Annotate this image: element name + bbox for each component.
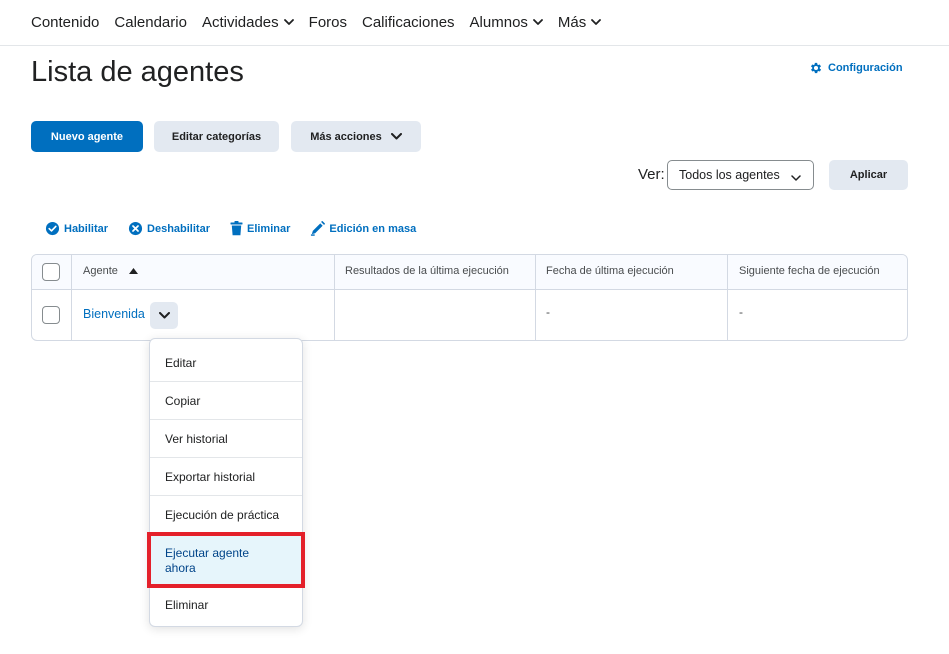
gear-icon bbox=[810, 62, 822, 74]
column-header-last-result: Resultados de la última ejecución bbox=[345, 265, 509, 277]
nav-item-label: Alumnos bbox=[469, 14, 528, 31]
settings-label: Configuración bbox=[828, 62, 903, 74]
select-all-checkbox[interactable] bbox=[42, 263, 60, 281]
menu-item-delete[interactable]: Eliminar bbox=[150, 587, 302, 623]
more-actions-button[interactable]: Más acciones bbox=[291, 121, 421, 152]
new-agent-button[interactable]: Nuevo agente bbox=[31, 121, 143, 152]
chevron-down-icon bbox=[591, 18, 602, 28]
last-date-cell: - bbox=[546, 305, 550, 319]
menu-item-export-history[interactable]: Exportar historial bbox=[150, 458, 302, 496]
enable-label: Habilitar bbox=[64, 222, 109, 235]
disable-action[interactable]: Deshabilitar bbox=[128, 221, 210, 236]
top-nav: Contenido Calendario Actividades Foros C… bbox=[0, 0, 949, 46]
nav-item-contenido[interactable]: Contenido bbox=[31, 0, 99, 46]
settings-link[interactable]: Configuración bbox=[809, 61, 903, 75]
highlight-annotation bbox=[147, 532, 305, 588]
nav-item-label: Más bbox=[557, 14, 587, 31]
menu-item-edit[interactable]: Editar bbox=[150, 344, 302, 382]
chevron-down-icon bbox=[791, 171, 801, 185]
nav-item-alumnos[interactable]: Alumnos bbox=[470, 0, 543, 46]
bulk-edit-label: Edición en masa bbox=[329, 222, 417, 235]
menu-item-view-history[interactable]: Ver historial bbox=[150, 420, 302, 458]
sort-ascending-icon bbox=[128, 268, 138, 274]
nav-item-label: Foros bbox=[308, 14, 347, 31]
delete-label: Eliminar bbox=[246, 222, 291, 235]
close-circle-icon bbox=[128, 221, 143, 236]
row-actions-button[interactable] bbox=[150, 302, 178, 329]
menu-item-practice-run[interactable]: Ejecución de práctica bbox=[150, 496, 302, 534]
column-divider bbox=[71, 255, 72, 340]
nav-item-foros[interactable]: Foros bbox=[309, 0, 347, 46]
nav-item-calificaciones[interactable]: Calificaciones bbox=[362, 0, 455, 46]
nav-item-label: Calificaciones bbox=[362, 14, 455, 31]
chevron-down-icon bbox=[283, 18, 294, 28]
view-filter-select[interactable]: Todos los agentes bbox=[667, 160, 814, 190]
column-divider bbox=[727, 255, 728, 340]
edit-categories-button[interactable]: Editar categorías bbox=[154, 121, 279, 152]
pencil-icon bbox=[311, 221, 326, 236]
enable-action[interactable]: Habilitar bbox=[45, 221, 108, 236]
nav-item-label: Actividades bbox=[201, 14, 279, 31]
column-header-next-date: Siguiente fecha de ejecución bbox=[739, 265, 880, 277]
column-header-label: Agente bbox=[83, 265, 118, 277]
nav-item-actividades[interactable]: Actividades bbox=[202, 0, 294, 46]
bulk-edit-action[interactable]: Edición en masa bbox=[310, 221, 416, 236]
column-header-agent[interactable]: Agente bbox=[83, 265, 138, 277]
chevron-down-icon bbox=[158, 312, 170, 319]
trash-icon bbox=[230, 221, 243, 236]
column-divider bbox=[535, 255, 536, 340]
view-filter-value: Todos los agentes bbox=[679, 168, 780, 182]
bulk-actions-bar: Habilitar Deshabilitar Eliminar Edición … bbox=[45, 221, 436, 236]
apply-button[interactable]: Aplicar bbox=[829, 160, 908, 190]
nav-item-mas[interactable]: Más bbox=[557, 0, 602, 46]
page-title: Lista de agentes bbox=[31, 56, 244, 88]
row-checkbox[interactable] bbox=[42, 306, 60, 324]
chevron-down-icon bbox=[390, 133, 402, 140]
nav-item-calendario[interactable]: Calendario bbox=[114, 0, 187, 46]
agents-table: Agente Resultados de la última ejecución… bbox=[31, 254, 908, 341]
view-filter-label: Ver: bbox=[638, 166, 665, 183]
delete-action[interactable]: Eliminar bbox=[230, 221, 290, 236]
disable-label: Deshabilitar bbox=[147, 222, 210, 235]
check-circle-icon bbox=[45, 221, 60, 236]
agent-link[interactable]: Bienvenida bbox=[83, 307, 145, 321]
menu-item-copy[interactable]: Copiar bbox=[150, 382, 302, 420]
next-date-cell: - bbox=[739, 305, 743, 319]
nav-item-label: Contenido bbox=[31, 14, 100, 31]
more-actions-label: Más acciones bbox=[310, 130, 382, 143]
column-divider bbox=[334, 255, 335, 340]
column-header-last-date: Fecha de última ejecución bbox=[546, 265, 674, 277]
chevron-down-icon bbox=[533, 18, 543, 28]
nav-item-label: Calendario bbox=[114, 14, 187, 31]
